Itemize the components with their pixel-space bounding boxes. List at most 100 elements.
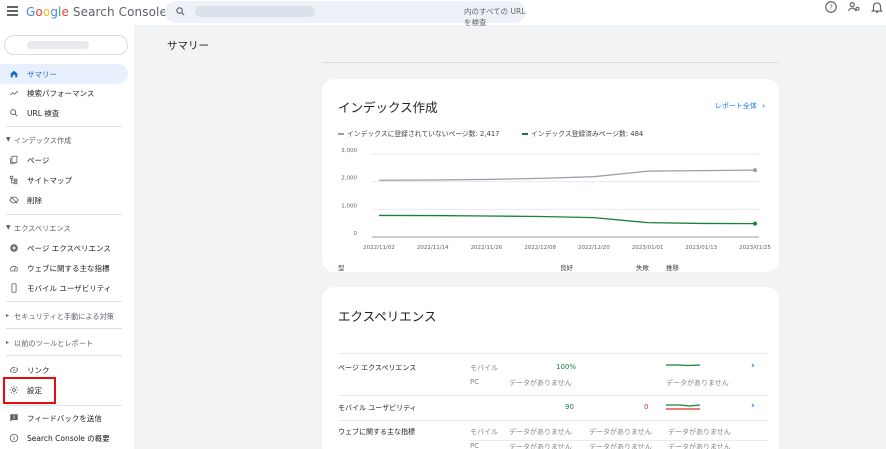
notifications-icon[interactable] <box>870 0 884 14</box>
x-tick-label: 2022/11/02 <box>363 245 395 251</box>
sidebar-item-label: ページ <box>27 156 50 165</box>
sidebar-item-label: URL 検査 <box>27 109 60 118</box>
section-label: エクスペリエンス <box>14 224 71 233</box>
y-tick-label: 1,000 <box>341 203 357 209</box>
row-page-experience[interactable]: ページ エクスペリエンス <box>338 363 416 373</box>
divider <box>6 328 122 329</box>
top-bar: Google Search Console 内のすべての URL を検査 ? <box>0 0 886 27</box>
row-core-web-vitals[interactable]: ウェブに関する主な指標 <box>338 427 415 437</box>
y-tick-label: 0 <box>354 231 358 237</box>
sidebar-item-url-inspection[interactable]: URL 検査 <box>0 103 128 123</box>
no-data-label: データがありません <box>668 428 731 436</box>
column-header-bad: 失敗 <box>636 264 649 272</box>
device-pc-label: PC <box>470 378 480 386</box>
no-data-label: データがありません <box>589 443 652 449</box>
property-url-redacted <box>195 6 315 17</box>
sidebar-item-page-experience[interactable]: ページ エクスペリエンス <box>0 238 128 258</box>
sparkline-page-experience <box>666 364 701 367</box>
menu-icon[interactable] <box>7 6 18 16</box>
sidebar-item-label: サマリー <box>27 70 57 79</box>
home-icon <box>10 70 18 78</box>
no-data-label: データがありません <box>668 443 731 449</box>
x-tick-label: 2023/01/01 <box>632 245 664 251</box>
feedback-icon <box>10 414 18 422</box>
sidebar-item-label: 削除 <box>27 196 42 205</box>
no-data-label: データがありません <box>509 428 572 436</box>
sidebar-item-performance[interactable]: 検索パフォーマンス <box>0 83 128 103</box>
series-indexed-line <box>378 214 756 225</box>
column-header-good: 良好 <box>560 264 573 272</box>
x-tick-label: 2022/11/14 <box>417 245 449 251</box>
no-data-label: データがありません <box>666 379 729 387</box>
caret-right-icon: ▸ <box>6 339 10 346</box>
divider <box>6 214 122 215</box>
section-security[interactable]: ▸ セキュリティと手動による対策 <box>0 308 128 324</box>
sidebar-item-feedback[interactable]: フィードバックを送信 <box>0 408 128 428</box>
sidebar-item-label: モバイル ユーザビリティ <box>27 284 112 293</box>
good-value: 100% <box>556 363 577 371</box>
sitemap-icon <box>9 175 18 185</box>
divider <box>6 301 122 302</box>
search-icon <box>10 109 18 117</box>
property-name-redacted <box>27 41 89 49</box>
sidebar-item-pages[interactable]: ページ <box>0 150 128 170</box>
section-indexing[interactable]: ▼ インデックス作成 <box>0 132 128 148</box>
sidebar-item-sitemaps[interactable]: サイトマップ <box>0 170 128 190</box>
no-data-label: データがありません <box>509 379 572 387</box>
no-data-label: データがありません <box>509 443 572 449</box>
manage-users-icon[interactable] <box>847 0 861 14</box>
chevron-right-icon[interactable]: › <box>751 401 755 411</box>
info-icon <box>9 433 19 443</box>
pages-icon <box>10 155 18 165</box>
no-data-label: データがありません <box>589 428 652 436</box>
sidebar-item-about[interactable]: Search Console の概要 <box>0 428 128 448</box>
divider <box>6 355 122 356</box>
y-tick-label: 3,000 <box>341 148 357 154</box>
x-tick-label: 2023/01/13 <box>685 245 717 251</box>
series-end-point <box>753 168 757 173</box>
indexing-line-chart: 0 1,000 2,000 3,000 2022/11/02 2022/11/14 2022… <box>341 148 771 251</box>
sparkline-mobile-usability <box>666 404 701 410</box>
divider <box>6 405 122 406</box>
section-label: インデックス作成 <box>14 136 72 145</box>
column-header-trend: 推移 <box>666 264 679 272</box>
divider <box>6 126 122 127</box>
sidebar-item-summary[interactable]: サマリー <box>0 64 128 84</box>
divider <box>338 420 768 421</box>
bad-value: 0 <box>644 403 649 411</box>
section-label: 以前のツールとレポート <box>14 339 94 348</box>
sidebar-item-label: ウェブに関する主な指標 <box>27 264 110 273</box>
sidebar-item-removals[interactable]: 削除 <box>0 190 128 210</box>
sidebar-item-core-web-vitals[interactable]: ウェブに関する主な指標 <box>0 258 128 278</box>
sidebar-item-label: 検索パフォーマンス <box>27 89 95 98</box>
caret-down-icon: ▼ <box>6 224 11 231</box>
x-tick-label: 2022/11/26 <box>471 245 503 251</box>
row-mobile-usability[interactable]: モバイル ユーザビリティ <box>338 403 417 413</box>
divider <box>470 440 768 441</box>
sidebar-item-mobile-usability[interactable]: モバイル ユーザビリティ <box>0 278 128 298</box>
product-logo[interactable]: Google Search Console <box>26 5 167 19</box>
svg-text:?: ? <box>829 4 833 12</box>
divider <box>338 395 768 396</box>
link-icon <box>10 366 18 374</box>
url-inspect-search[interactable]: 内のすべての URL を検査 <box>165 1 526 27</box>
settings-highlight-box <box>3 377 56 404</box>
sidebar-item-label: Search Console の概要 <box>27 434 110 443</box>
sidebar-item-label: ページ エクスペリエンス <box>27 244 111 253</box>
trending-up-icon <box>9 90 19 96</box>
card-title: エクスペリエンス <box>338 309 437 324</box>
divider <box>322 62 779 63</box>
caret-down-icon: ▼ <box>6 136 11 143</box>
chevron-right-icon[interactable]: › <box>751 361 755 371</box>
section-experience[interactable]: ▼ エクスペリエンス <box>0 220 128 236</box>
x-tick-label: 2023/01/25 <box>739 245 771 251</box>
x-tick-label: 2022/12/08 <box>524 245 556 251</box>
property-selector[interactable] <box>4 35 128 55</box>
indexing-card: インデックス作成 レポート全体 › インデックスに登録されていないページ数: 2… <box>322 79 779 272</box>
speed-gauge-icon <box>9 265 19 272</box>
column-header-type: 型 <box>338 264 345 272</box>
section-legacy-tools[interactable]: ▸ 以前のツールとレポート <box>0 335 128 351</box>
help-icon[interactable]: ? <box>824 0 838 14</box>
x-tick-label: 2022/12/20 <box>578 245 610 251</box>
sidebar-item-label: フィードバックを送信 <box>27 414 102 423</box>
